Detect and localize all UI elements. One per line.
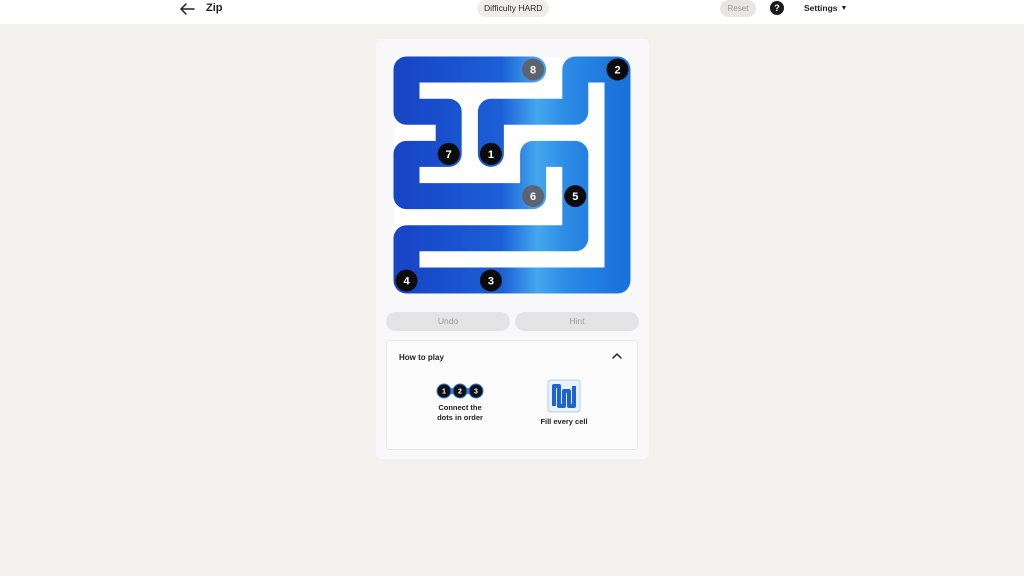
- number-dot-8[interactable]: 8: [522, 58, 545, 81]
- number-dot-4[interactable]: 4: [395, 269, 418, 292]
- number-dot-label: 7: [446, 149, 452, 161]
- number-dot-6[interactable]: 6: [522, 185, 545, 208]
- step1-line1: Connect the: [438, 403, 482, 412]
- how-to-play-title: How to play: [399, 353, 444, 362]
- number-dot-5[interactable]: 5: [564, 185, 587, 208]
- caret-down-icon: ▼: [840, 4, 848, 12]
- back-arrow-icon[interactable]: [178, 1, 196, 17]
- game-board[interactable]: 1 2 3 4 5 6 7 8: [376, 39, 649, 309]
- step-connect-dots: 1 2 3 Connect the dots in order: [425, 383, 495, 423]
- board-background: [394, 57, 631, 294]
- settings-button[interactable]: Settings ▼: [804, 3, 847, 13]
- how-to-play-toggle[interactable]: How to play: [387, 341, 637, 371]
- undo-button[interactable]: Undo: [386, 312, 510, 331]
- hint-button[interactable]: Hint: [515, 312, 639, 331]
- help-icon[interactable]: ?: [770, 1, 784, 15]
- difficulty-badge: Difficulty HARD: [477, 0, 550, 17]
- dot-3-label: 3: [474, 389, 478, 396]
- settings-label: Settings: [804, 3, 838, 13]
- number-dot-label: 8: [530, 65, 536, 77]
- step-fill-every-cell: Fill every cell: [529, 379, 599, 427]
- number-dot-3[interactable]: 3: [479, 269, 502, 292]
- reset-button[interactable]: Reset: [720, 0, 756, 17]
- game-card: 1 2 3 4 5 6 7 8 Undo Hint How to play 1 2 3 Con…: [376, 39, 649, 459]
- number-dot-2[interactable]: 2: [606, 58, 629, 81]
- number-dot-1[interactable]: 1: [479, 142, 502, 165]
- number-dot-7[interactable]: 7: [437, 142, 460, 165]
- top-bar: Zip Difficulty HARD Reset ? Settings ▼: [0, 0, 1024, 24]
- step1-line2: dots in order: [437, 413, 483, 422]
- app-title: Zip: [206, 2, 223, 14]
- number-dot-label: 1: [488, 149, 494, 161]
- number-dot-label: 2: [614, 65, 620, 77]
- number-dot-label: 5: [572, 191, 578, 203]
- number-dot-label: 3: [488, 276, 494, 288]
- step2-label: Fill every cell: [540, 417, 588, 426]
- dot-1-label: 1: [442, 389, 446, 396]
- chevron-up-icon: [612, 353, 622, 359]
- fill-grid-icon: [547, 379, 581, 413]
- number-dot-label: 6: [530, 191, 536, 203]
- dot-2-label: 2: [458, 389, 462, 396]
- numbered-dots-icon: 1 2 3: [436, 383, 484, 399]
- how-to-play-panel: How to play 1 2 3 Connect the dots in or…: [386, 340, 638, 450]
- number-dot-label: 4: [403, 276, 410, 288]
